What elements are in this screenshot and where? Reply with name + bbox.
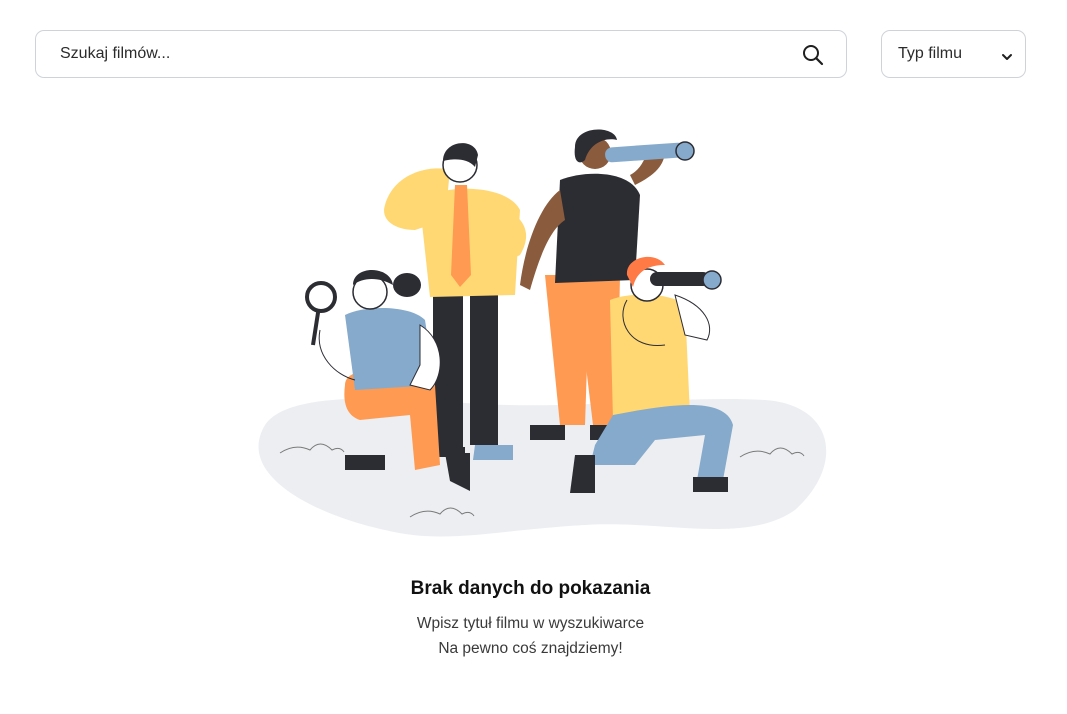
search-input[interactable] bbox=[36, 31, 776, 77]
empty-state-hint-line-1: Wpisz tytuł filmu w wyszukiwarce bbox=[416, 615, 645, 632]
ground-blob bbox=[258, 398, 827, 537]
search-box[interactable] bbox=[35, 30, 847, 78]
chevron-down-icon bbox=[1001, 49, 1013, 60]
movie-type-select-value: Typ filmu bbox=[898, 45, 963, 62]
empty-state-title: Brak danych do pokazania bbox=[410, 578, 651, 599]
movie-type-select[interactable]: Typ filmu bbox=[881, 30, 1026, 78]
search-icon[interactable] bbox=[802, 44, 824, 66]
empty-state-hint-line-2: Na pewno coś znajdziemy! bbox=[438, 640, 623, 657]
empty-state-illustration bbox=[258, 129, 827, 537]
